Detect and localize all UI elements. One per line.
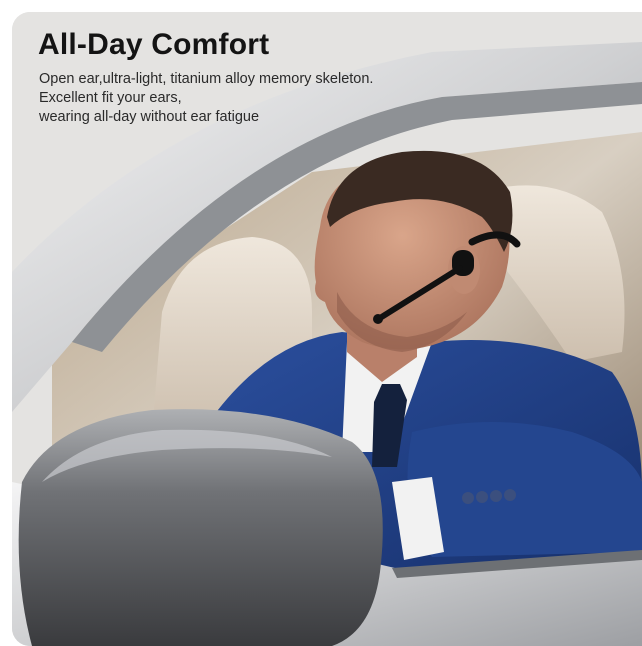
feature-description: Open ear,ultra-light, titanium alloy mem… [39,70,459,127]
product-banner: All-Day Comfort Open ear,ultra-light, ti… [12,12,642,646]
headline: All-Day Comfort [38,28,270,61]
description-line: Excellent fit your ears, [39,90,182,106]
description-line: wearing all-day without ear fatigue [39,109,260,125]
description-line: Open ear,ultra-light, titanium alloy mem… [39,71,374,87]
